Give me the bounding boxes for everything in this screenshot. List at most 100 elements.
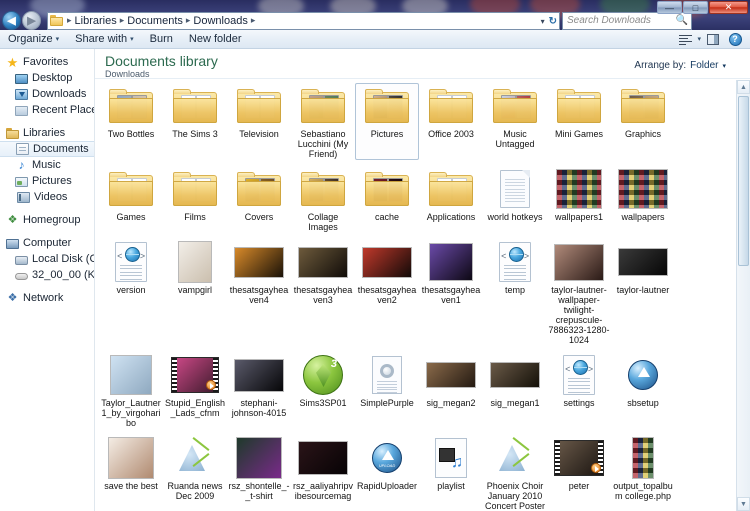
file-item[interactable]: sig_megan1	[483, 352, 547, 429]
file-item[interactable]: Ruanda news Dec 2009	[163, 435, 227, 511]
vertical-scrollbar[interactable]: ▲ ▼	[736, 80, 750, 511]
file-item[interactable]: rsz_shontelle_-_t-shirt	[227, 435, 291, 511]
file-item[interactable]: Television	[227, 83, 291, 160]
file-item-selected[interactable]: Pictures	[355, 83, 419, 160]
file-item[interactable]: Mini Games	[547, 83, 611, 160]
file-item[interactable]: Graphics	[611, 83, 675, 160]
folder-icon	[557, 89, 601, 123]
minimize-button[interactable]: —	[657, 1, 682, 14]
file-item[interactable]: thesatsgayheaven1	[419, 239, 483, 346]
file-item[interactable]: Games	[99, 166, 163, 233]
file-item[interactable]: thesatsgayheaven4	[227, 239, 291, 346]
search-box[interactable]: 🔍	[562, 11, 692, 30]
file-item[interactable]: Taylor_Lautner1_by_virgoharibo	[99, 352, 163, 429]
sidebar-item-libraries[interactable]: Libraries	[0, 125, 94, 141]
file-item[interactable]: thesatsgayheaven3	[291, 239, 355, 346]
sidebar-item-favorites[interactable]: ★ Favorites	[0, 54, 94, 70]
change-view-button[interactable]	[675, 31, 695, 47]
file-item[interactable]: world hotkeys	[483, 166, 547, 233]
help-button[interactable]: ?	[725, 31, 745, 47]
file-label: wallpapers1	[554, 212, 604, 222]
breadcrumb-downloads[interactable]: Downloads	[191, 15, 249, 27]
file-item[interactable]: cache	[355, 166, 419, 233]
file-label: peter	[568, 481, 590, 491]
documents-icon	[16, 143, 29, 155]
scrollbar-thumb[interactable]	[738, 96, 749, 266]
sidebar-item-recent-places[interactable]: Recent Places	[0, 102, 94, 118]
file-item[interactable]: sig_megan2	[419, 352, 483, 429]
file-item[interactable]: SimplePurple	[355, 352, 419, 429]
back-button[interactable]: ◀	[2, 11, 21, 30]
arrange-by-value[interactable]: Folder	[690, 60, 718, 71]
library-header: Documents library Downloads Arrange by: …	[95, 49, 750, 79]
navigation-pane[interactable]: ★ Favorites Desktop Downloads Recent Places L…	[0, 49, 95, 511]
new-folder-button[interactable]: New folder	[181, 30, 250, 48]
address-bar[interactable]: ▸ Libraries ▸ Documents ▸ Downloads ▸ ▾ …	[47, 11, 560, 30]
file-item[interactable]: taylor-lautner	[611, 239, 675, 346]
preview-pane-button[interactable]	[703, 31, 723, 47]
sidebar-item-homegroup[interactable]: ❖ Homegroup	[0, 212, 94, 228]
file-item[interactable]: Collage Images	[291, 166, 355, 233]
sidebar-item-desktop[interactable]: Desktop	[0, 70, 94, 86]
file-item[interactable]: < > settings	[547, 352, 611, 429]
arrange-by-control[interactable]: Arrange by: Folder ▾	[634, 60, 726, 71]
folder-icon	[365, 172, 409, 206]
file-item[interactable]: Covers	[227, 166, 291, 233]
file-item[interactable]: The Sims 3	[163, 83, 227, 160]
sidebar-item-videos[interactable]: Videos	[0, 189, 94, 205]
share-with-button[interactable]: Share with ▾	[67, 30, 142, 48]
file-item[interactable]: Office 2003	[419, 83, 483, 160]
file-thumbnail	[618, 168, 668, 210]
sidebar-item-downloads[interactable]: Downloads	[0, 86, 94, 102]
sidebar-item-documents[interactable]: Documents	[0, 141, 94, 157]
file-item[interactable]: rsz_aaliyahripvibesourcemag	[291, 435, 355, 511]
file-item[interactable]: Applications	[419, 166, 483, 233]
organize-button[interactable]: Organize ▾	[0, 30, 67, 48]
sidebar-item-local-disk-c[interactable]: Local Disk (C:)	[0, 251, 94, 267]
scroll-up-button[interactable]: ▲	[737, 80, 750, 94]
file-item[interactable]: UPLOAD RapidUploader	[355, 435, 419, 511]
chevron-down-icon[interactable]: ▾	[541, 17, 545, 26]
file-thumbnail	[234, 354, 284, 396]
breadcrumb-documents[interactable]: Documents	[125, 15, 185, 27]
burn-button[interactable]: Burn	[142, 30, 181, 48]
sidebar-item-network[interactable]: ❖ Network	[0, 290, 94, 306]
forward-button[interactable]: ▶	[22, 11, 41, 30]
file-item[interactable]: thesatsgayheaven2	[355, 239, 419, 346]
sidebar-item-pictures[interactable]: Pictures	[0, 173, 94, 189]
sidebar-item-music[interactable]: ♪ Music	[0, 157, 94, 173]
folder-icon	[237, 172, 281, 206]
breadcrumb-libraries[interactable]: Libraries	[73, 15, 119, 27]
file-item[interactable]: vampgirl	[163, 239, 227, 346]
file-item[interactable]: taylor-lautner-wallpaper-twilight-crepus…	[547, 239, 611, 346]
maximize-button[interactable]: □	[683, 1, 708, 14]
views-icon	[678, 34, 692, 45]
file-thumbnail	[106, 85, 156, 127]
file-item[interactable]: 3 Sims3SP01	[291, 352, 355, 429]
chevron-down-icon[interactable]: ▾	[697, 35, 701, 43]
file-item[interactable]: peter	[547, 435, 611, 511]
file-item[interactable]: ♫ playlist	[419, 435, 483, 511]
file-item[interactable]: Phoenix Choir January 2010 Concert Poste…	[483, 435, 547, 511]
file-item[interactable]: Stupid_English_Lads_cfnm	[163, 352, 227, 429]
sidebar-item-32-00-00-k[interactable]: 32_00_00 (K:)	[0, 267, 94, 283]
file-item[interactable]: Films	[163, 166, 227, 233]
search-input[interactable]	[567, 12, 687, 29]
file-item[interactable]: Two Bottles	[99, 83, 163, 160]
file-item[interactable]: Music Untagged	[483, 83, 547, 160]
file-item[interactable]: stephani-johnson-4015	[227, 352, 291, 429]
refresh-icon[interactable]: ↻	[549, 16, 557, 27]
close-button[interactable]: ✕	[709, 1, 748, 14]
file-item[interactable]: < > temp	[483, 239, 547, 346]
file-item[interactable]: Sebastiano Lucchini (My Friend)	[291, 83, 355, 160]
file-item[interactable]: wallpapers1	[547, 166, 611, 233]
file-item[interactable]: output_topalbum college.php	[611, 435, 675, 511]
file-icon-grid[interactable]: Two Bottles The Sims 3 Television Sebastian…	[95, 80, 736, 511]
file-item[interactable]: wallpapers	[611, 166, 675, 233]
sidebar-item-computer[interactable]: Computer	[0, 235, 94, 251]
file-item[interactable]: save the best	[99, 435, 163, 511]
file-item[interactable]: sbsetup	[611, 352, 675, 429]
command-toolbar: Organize ▾ Share with ▾ Burn New folder …	[0, 30, 750, 49]
file-item[interactable]: < > version	[99, 239, 163, 346]
scroll-down-button[interactable]: ▼	[737, 497, 750, 511]
